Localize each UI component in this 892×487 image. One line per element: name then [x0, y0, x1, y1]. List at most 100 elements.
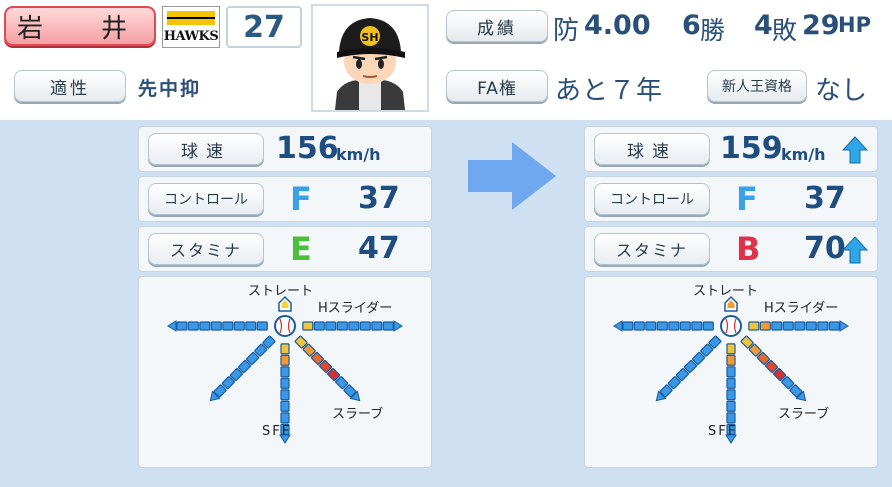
before-left-segment-8: [176, 321, 188, 331]
after-right-segment-4: [782, 321, 794, 331]
before-right-segment-4: [336, 321, 348, 331]
before-stamina-value: 47: [358, 231, 400, 266]
rookie-label: 新人王資格: [707, 70, 807, 102]
before-stamina-grade: E: [290, 230, 312, 268]
before-speed-value: 156: [276, 131, 339, 166]
after-right-segment-8: [828, 321, 840, 331]
before-control-grade: F: [290, 180, 312, 218]
before-right-segment-5: [348, 321, 360, 331]
after-down-segment-4: [726, 377, 736, 389]
after-pitch-straight: ストレート: [693, 284, 759, 299]
after-left-segment-8: [622, 321, 634, 331]
after-right-segment-5: [794, 321, 806, 331]
after-control-label: コントロール: [594, 183, 710, 215]
before-pitch-slider: Hスライダー: [318, 301, 393, 316]
before-down-segment-3: [280, 366, 290, 378]
after-down-segment-7: [726, 412, 736, 424]
after-left-segment-1: [702, 321, 714, 331]
after-down-segment-3: [726, 366, 736, 378]
after-speed-label: 球速: [594, 133, 710, 165]
fa-label: FA権: [446, 70, 548, 102]
uniform-number: 27: [226, 6, 302, 48]
before-down-segment-6: [280, 400, 290, 412]
after-left-segment-2: [691, 321, 703, 331]
before-left-segment-7: [187, 321, 199, 331]
before-left-segment-2: [245, 321, 257, 331]
after-ball-icon: [720, 315, 742, 337]
before-pitch-slurve: スラーブ: [332, 407, 384, 422]
player-portrait: SH: [311, 4, 429, 112]
era-prefix: 防: [553, 16, 580, 46]
before-down-segment-4: [280, 377, 290, 389]
after-control-value: 37: [804, 181, 846, 216]
before-right-segment-1: [302, 321, 314, 331]
aptitude-label: 適性: [14, 70, 126, 102]
after-left-segment-4: [668, 321, 680, 331]
wins-unit: 勝: [700, 16, 726, 45]
before-left-segment-4: [222, 321, 234, 331]
team-logo: HAWKS: [162, 6, 220, 48]
after-right-segment-7: [817, 321, 829, 331]
player-avatar-icon: SH: [335, 18, 405, 110]
before-ball-icon: [274, 315, 296, 337]
after-stamina-grade: B: [736, 230, 761, 268]
after-down-segment-1: [726, 343, 736, 355]
after-pitch-slurve: スラーブ: [778, 407, 830, 422]
losses-unit: 敗: [772, 16, 798, 45]
svg-text:SH: SH: [361, 31, 378, 44]
player-name: 岩 井: [4, 6, 156, 46]
after-pitch-sff: SFF: [708, 424, 738, 439]
before-right-arrowhead: [393, 320, 403, 332]
era-value: 4.00: [584, 10, 651, 41]
before-down-segment-7: [280, 412, 290, 424]
before-down-segment-2: [280, 354, 290, 366]
after-left-arrowhead: [613, 320, 623, 332]
before-left-segment-3: [233, 321, 245, 331]
before-control-label: コントロール: [148, 183, 264, 215]
rookie-value: なし: [815, 76, 868, 106]
before-pitch-straight: ストレート: [248, 284, 314, 299]
before-speed-unit: km/h: [336, 145, 381, 164]
before-left-segment-1: [256, 321, 268, 331]
before-straight-marker: [278, 295, 292, 312]
after-stamina-label: スタミナ: [594, 233, 710, 265]
after-straight-marker: [724, 295, 738, 312]
before-pitch-sff: SFF: [262, 424, 292, 439]
after-down-segment-2: [726, 354, 736, 366]
after-down-segment-6: [726, 400, 736, 412]
after-right-segment-1: [748, 321, 760, 331]
wins-value: 6: [682, 10, 701, 41]
after-stamina-value: 70: [804, 231, 846, 266]
speed-up-arrow-icon: [842, 136, 868, 164]
after-right-arrowhead: [839, 320, 849, 332]
before-control-value: 37: [358, 181, 400, 216]
before-stamina-label: スタミナ: [148, 233, 264, 265]
team-logo-text: HAWKS: [163, 29, 219, 44]
before-right-segment-2: [313, 321, 325, 331]
after-left-segment-5: [656, 321, 668, 331]
before-right-segment-3: [325, 321, 337, 331]
stamina-up-arrow-icon: [842, 236, 868, 264]
before-right-segment-7: [371, 321, 383, 331]
after-right-segment-3: [771, 321, 783, 331]
after-right-segment-2: [759, 321, 771, 331]
after-speed-unit: km/h: [781, 145, 826, 164]
fa-value: あと７年: [555, 76, 664, 106]
before-left-arrowhead: [167, 320, 177, 332]
after-left-segment-3: [679, 321, 691, 331]
before-right-segment-6: [359, 321, 371, 331]
losses-value: 4: [754, 10, 773, 41]
before-down-segment-1: [280, 343, 290, 355]
after-left-segment-7: [633, 321, 645, 331]
aptitude-value: 先中抑: [138, 78, 202, 100]
before-left-segment-6: [199, 321, 211, 331]
after-down-segment-5: [726, 389, 736, 401]
before-left-segment-5: [210, 321, 222, 331]
after-speed-value: 159: [720, 131, 783, 166]
after-pitch-slider: Hスライダー: [764, 301, 839, 316]
after-control-grade: F: [736, 180, 758, 218]
right-arrow-icon: [468, 142, 556, 210]
record-label: 成績: [446, 10, 548, 42]
before-speed-label: 球速: [148, 133, 264, 165]
hp-value: 29: [802, 10, 840, 41]
